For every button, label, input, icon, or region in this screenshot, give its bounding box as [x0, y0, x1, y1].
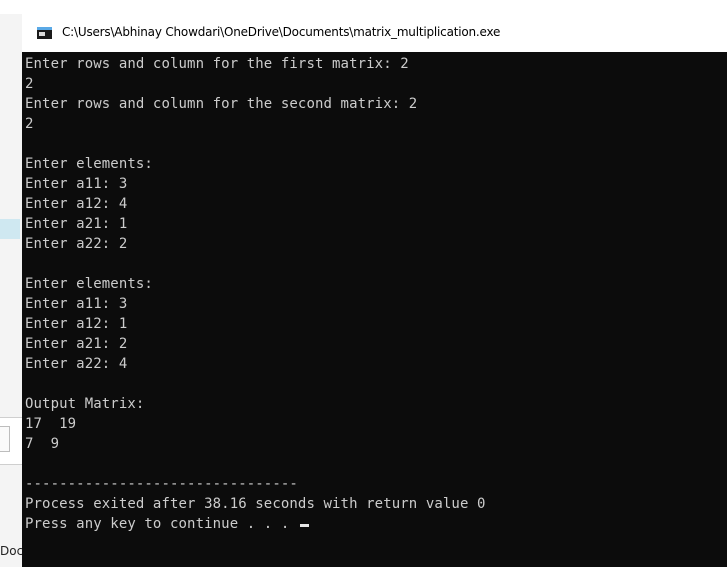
console-line: Enter a21: 1 — [25, 216, 128, 232]
console-line: Output Matrix: — [25, 396, 145, 412]
console-line: 2 — [25, 116, 34, 132]
console-line: Enter a11: 3 — [25, 296, 128, 312]
background-document-label: Doc — [0, 544, 22, 558]
console-line: Process exited after 38.16 seconds with … — [25, 496, 486, 512]
title-bar[interactable]: C:\Users\Abhinay Chowdari\OneDrive\Docum… — [22, 14, 727, 52]
text-cursor — [299, 524, 309, 527]
console-window[interactable]: C:\Users\Abhinay Chowdari\OneDrive\Docum… — [22, 14, 727, 567]
console-line: Enter a22: 2 — [25, 236, 128, 252]
console-line: Enter a12: 4 — [25, 196, 128, 212]
console-prompt-text: Press any key to continue . . . — [25, 516, 298, 532]
console-line: Enter a11: 3 — [25, 176, 128, 192]
console-line: -------------------------------- — [25, 476, 298, 492]
desktop: Doc C:\Users\Abhinay Chowdari\OneDrive\D… — [0, 0, 727, 567]
background-selection-highlight — [0, 219, 20, 239]
console-line: Enter elements: — [25, 156, 153, 172]
background-window-edge — [0, 0, 727, 14]
console-prompt-line: Press any key to continue . . . — [25, 514, 725, 534]
console-line: Enter a21: 2 — [25, 336, 128, 352]
console-output[interactable]: Enter rows and column for the first matr… — [25, 54, 725, 534]
console-line: Enter a22: 4 — [25, 356, 128, 372]
console-app-icon[interactable] — [37, 27, 52, 39]
console-line: Enter elements: — [25, 276, 153, 292]
console-line: 17 19 — [25, 416, 77, 432]
console-line: 2 — [25, 76, 34, 92]
window-title: C:\Users\Abhinay Chowdari\OneDrive\Docum… — [62, 25, 501, 39]
console-line: Enter a12: 1 — [25, 316, 128, 332]
console-line: 7 9 — [25, 436, 60, 452]
background-button[interactable] — [0, 426, 10, 452]
console-line: Enter rows and column for the first matr… — [25, 56, 409, 72]
console-line: Enter rows and column for the second mat… — [25, 96, 418, 112]
